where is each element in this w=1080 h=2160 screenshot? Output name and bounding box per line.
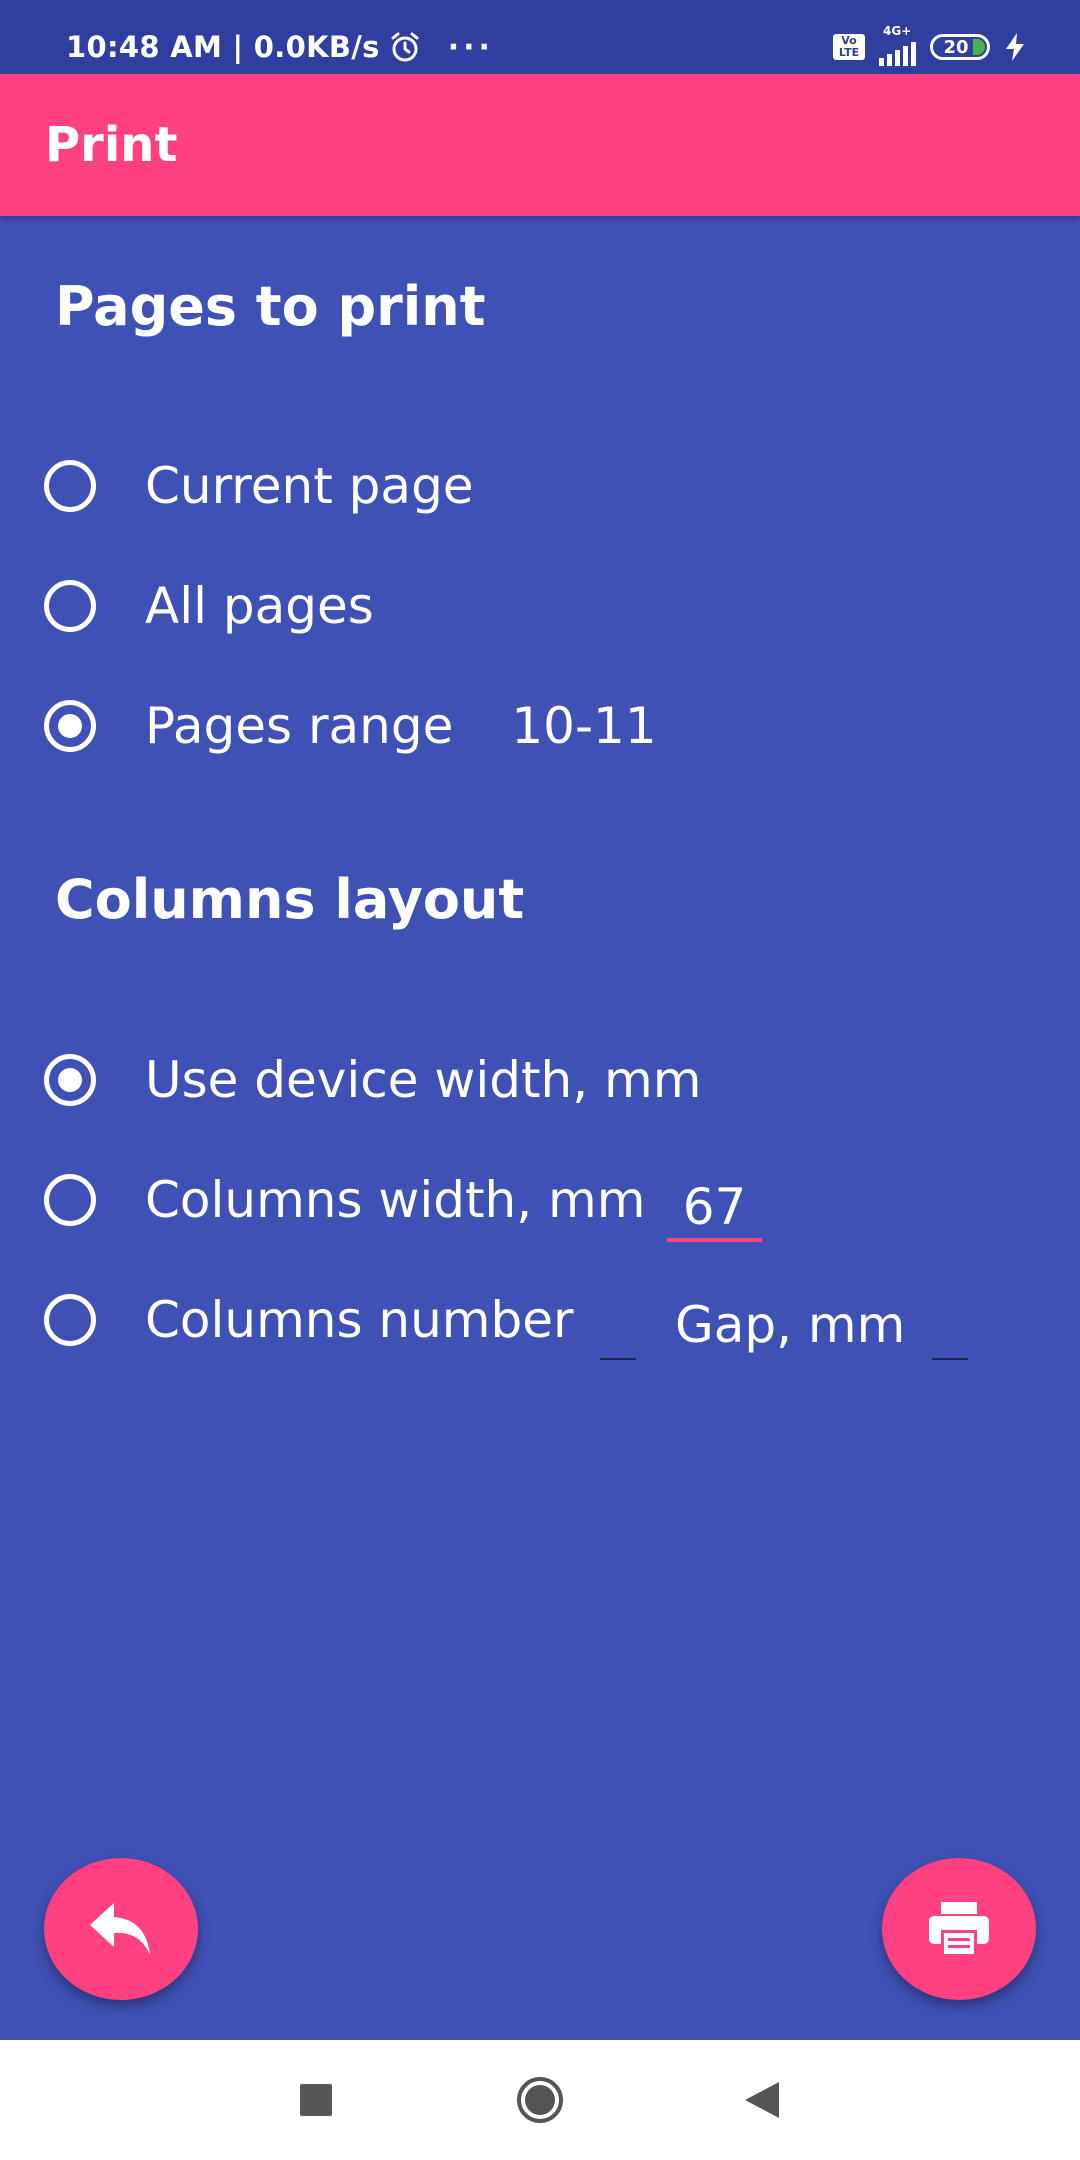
alarm-icon xyxy=(391,32,419,62)
recents-button[interactable] xyxy=(278,2040,354,2160)
pages-section-title: Pages to print xyxy=(55,275,486,338)
gap-label: Gap, mm xyxy=(675,1296,906,1354)
radio-label: All pages xyxy=(145,577,374,635)
columns-width-input[interactable]: 67 xyxy=(667,1172,762,1242)
square-icon xyxy=(300,2084,332,2116)
radio-label: Use device width, mm xyxy=(145,1051,702,1109)
radio-label: Current page xyxy=(145,457,474,515)
circle-icon xyxy=(517,2077,563,2123)
radio-button[interactable] xyxy=(44,1294,96,1346)
system-nav-bar xyxy=(0,2040,1080,2160)
back-fab-button[interactable] xyxy=(44,1858,198,2000)
gap-input[interactable] xyxy=(932,1290,968,1360)
radio-pages-range[interactable]: Pages range 10-11 xyxy=(44,686,657,766)
radio-label: Columns number xyxy=(145,1291,574,1349)
columns-number-input[interactable] xyxy=(600,1290,636,1360)
battery-icon: 20 xyxy=(930,34,990,60)
page-title: Print xyxy=(45,117,178,173)
status-bar: 10:48 AM | 0.0KB/s ··· Vo LTE 4G+ 20 xyxy=(0,0,1080,74)
radio-current-page[interactable]: Current page xyxy=(44,446,474,526)
radio-columns-number[interactable]: Columns number xyxy=(44,1280,574,1360)
radio-button[interactable] xyxy=(44,460,96,512)
radio-use-device-width[interactable]: Use device width, mm xyxy=(44,1040,701,1120)
volte-icon: Vo LTE xyxy=(833,34,865,60)
charging-icon xyxy=(1006,33,1024,61)
network-type: 4G+ xyxy=(883,24,912,38)
print-fab-button[interactable] xyxy=(882,1858,1036,2000)
radio-button-checked[interactable] xyxy=(44,700,96,752)
columns-section-title: Columns layout xyxy=(55,868,525,931)
battery-level: 20 xyxy=(943,36,969,58)
reply-icon xyxy=(90,1903,150,1955)
signal-icon: 4G+ xyxy=(879,24,916,66)
more-notifications-icon: ··· xyxy=(447,29,494,65)
radio-button[interactable] xyxy=(44,1174,96,1226)
home-button[interactable] xyxy=(502,2040,578,2160)
radio-label: Columns width, mm xyxy=(145,1171,646,1229)
triangle-back-icon xyxy=(745,2082,779,2118)
radio-all-pages[interactable]: All pages xyxy=(44,566,374,646)
app-bar: Print xyxy=(0,74,1080,216)
radio-columns-width[interactable]: Columns width, mm xyxy=(44,1160,645,1240)
radio-label: Pages range xyxy=(145,697,454,755)
status-time: 10:48 AM | 0.0KB/s xyxy=(66,30,380,64)
radio-button-checked[interactable] xyxy=(44,1054,96,1106)
back-nav-button[interactable] xyxy=(724,2040,800,2160)
radio-button[interactable] xyxy=(44,580,96,632)
pages-range-input[interactable]: 10-11 xyxy=(511,697,656,755)
print-icon xyxy=(929,1902,989,1956)
